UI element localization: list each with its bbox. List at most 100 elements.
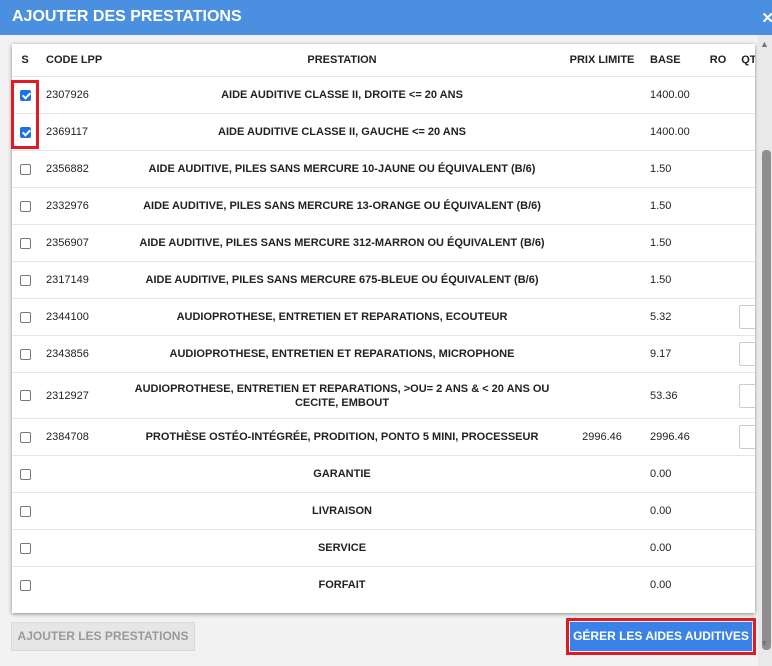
close-icon[interactable]: ✕: [761, 9, 772, 27]
scrollbar-thumb[interactable]: [762, 150, 771, 650]
row-select-cell: [12, 261, 38, 299]
qte-cell: [734, 492, 755, 530]
ro-cell: [702, 566, 734, 604]
row-checkbox[interactable]: [19, 431, 31, 443]
qte-cell: [734, 113, 755, 151]
scroll-down-icon[interactable]: ▼: [760, 638, 769, 648]
qte-cell: [734, 261, 755, 299]
code-lpp-cell: 2307926: [38, 76, 122, 114]
row-select-cell: [12, 492, 38, 530]
add-prestations-button[interactable]: AJOUTER LES PRESTATIONS: [11, 622, 195, 651]
qte-cell: [734, 335, 755, 373]
prix-limite-cell: [562, 187, 642, 225]
base-cell: 5.32: [642, 298, 702, 336]
qte-input[interactable]: [738, 305, 755, 329]
table-row: 2307926 AIDE AUDITIVE CLASSE II, DROITE <…: [12, 76, 755, 114]
base-cell: 1.50: [642, 261, 702, 299]
code-lpp-cell: 2317149: [38, 261, 122, 299]
table-row: 2343856 AUDIOPROTHESE, ENTRETIEN ET REPAR…: [12, 335, 755, 373]
qte-cell: [734, 455, 755, 493]
table-row: 2369117 AIDE AUDITIVE CLASSE II, GAUCHE <…: [12, 113, 755, 151]
prix-limite-cell: [562, 224, 642, 262]
row-checkbox[interactable]: [19, 237, 31, 249]
code-lpp-cell: 2312927: [38, 372, 122, 419]
qte-cell: [734, 529, 755, 567]
row-checkbox[interactable]: [19, 311, 31, 323]
code-lpp-cell: [38, 566, 122, 604]
row-select-cell: [12, 455, 38, 493]
row-checkbox[interactable]: [19, 505, 31, 517]
table-row: GARANTIE 0.00: [12, 455, 755, 493]
code-lpp-cell: 2369117: [38, 113, 122, 151]
ro-cell: [702, 529, 734, 567]
qte-input[interactable]: [738, 425, 755, 449]
prestation-cell: AIDE AUDITIVE CLASSE II, GAUCHE <= 20 AN…: [122, 113, 562, 151]
row-select-cell: [12, 566, 38, 604]
row-select-cell: [12, 298, 38, 336]
base-cell: 0.00: [642, 455, 702, 493]
base-cell: 1.50: [642, 224, 702, 262]
row-checkbox[interactable]: [19, 126, 31, 138]
prix-limite-cell: [562, 492, 642, 530]
ro-cell: [702, 76, 734, 114]
code-lpp-cell: 2356882: [38, 150, 122, 188]
table-row: 2356907 AIDE AUDITIVE, PILES SANS MERCURE…: [12, 224, 755, 262]
qte-cell: [734, 298, 755, 336]
prix-limite-cell: 2996.46: [562, 418, 642, 456]
base-cell: 53.36: [642, 372, 702, 419]
row-checkbox[interactable]: [19, 89, 31, 101]
ro-cell: [702, 372, 734, 419]
prix-limite-cell: [562, 298, 642, 336]
header-base: BASE: [650, 54, 681, 66]
ro-cell: [702, 298, 734, 336]
qte-cell: [734, 566, 755, 604]
row-select-cell: [12, 418, 38, 456]
code-lpp-cell: 2344100: [38, 298, 122, 336]
row-checkbox[interactable]: [19, 200, 31, 212]
prestation-cell: PROTHÈSE OSTÉO-INTÉGRÉE, PRODITION, PONT…: [122, 418, 562, 456]
table-row: FORFAIT 0.00: [12, 566, 755, 604]
header-ro: RO: [709, 54, 727, 66]
base-cell: 1.50: [642, 187, 702, 225]
row-checkbox[interactable]: [19, 542, 31, 554]
prix-limite-cell: [562, 113, 642, 151]
table-row: 2344100 AUDIOPROTHESE, ENTRETIEN ET REPAR…: [12, 298, 755, 336]
prestation-cell: AIDE AUDITIVE CLASSE II, DROITE <= 20 AN…: [122, 76, 562, 114]
code-lpp-cell: [38, 455, 122, 493]
code-lpp-cell: 2356907: [38, 224, 122, 262]
prix-limite-cell: [562, 529, 642, 567]
prix-limite-cell: [562, 150, 642, 188]
row-checkbox[interactable]: [19, 163, 31, 175]
qte-input[interactable]: [738, 342, 755, 366]
row-select-cell: [12, 76, 38, 114]
dialog-title-bar: AJOUTER DES PRESTATIONS ✕: [0, 0, 772, 35]
scrollbar[interactable]: ▲ ▼: [758, 35, 772, 666]
manage-hearing-aids-button[interactable]: GÉRER LES AIDES AUDITIVES: [570, 622, 752, 651]
ro-cell: [702, 150, 734, 188]
prestation-cell: AUDIOPROTHESE, ENTRETIEN ET REPARATIONS,…: [122, 298, 562, 336]
base-cell: 9.17: [642, 335, 702, 373]
base-cell: 1400.00: [642, 76, 702, 114]
row-checkbox[interactable]: [19, 468, 31, 480]
row-checkbox[interactable]: [19, 390, 31, 402]
row-checkbox[interactable]: [19, 579, 31, 591]
scroll-up-icon[interactable]: ▲: [760, 39, 769, 49]
dialog-title: AJOUTER DES PRESTATIONS: [12, 8, 242, 25]
row-select-cell: [12, 529, 38, 567]
prix-limite-cell: [562, 372, 642, 419]
row-checkbox[interactable]: [19, 274, 31, 286]
table-row: 2384708 PROTHÈSE OSTÉO-INTÉGRÉE, PRODITIO…: [12, 418, 755, 456]
prestation-cell: AIDE AUDITIVE, PILES SANS MERCURE 312-MA…: [122, 224, 562, 262]
header-prestation: PRESTATION: [307, 54, 377, 66]
row-select-cell: [12, 187, 38, 225]
qte-input[interactable]: [738, 383, 755, 408]
table-row: SERVICE 0.00: [12, 529, 755, 567]
ro-cell: [702, 187, 734, 225]
table-row: LIVRAISON 0.00: [12, 492, 755, 530]
ro-cell: [702, 418, 734, 456]
row-checkbox[interactable]: [19, 348, 31, 360]
prestations-table-panel: S CODE LPP PRESTATION PRIX LIMITE BASE R…: [12, 44, 755, 613]
table-header-row: S CODE LPP PRESTATION PRIX LIMITE BASE R…: [12, 44, 755, 77]
base-cell: 1.50: [642, 150, 702, 188]
prestation-cell: GARANTIE: [122, 455, 562, 493]
